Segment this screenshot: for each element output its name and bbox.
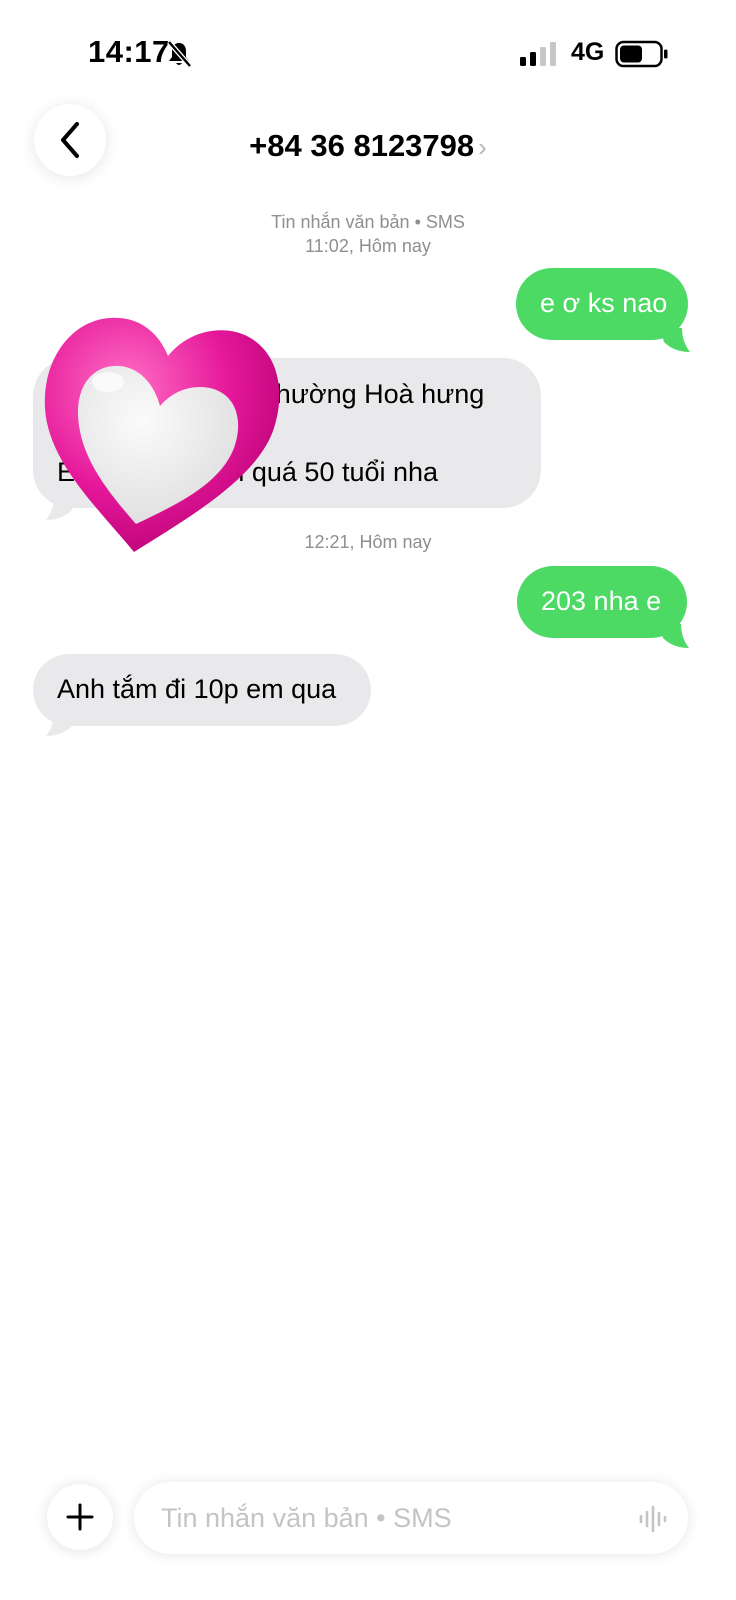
cellular-signal-icon <box>520 42 556 66</box>
contact-header[interactable]: +84 36 8123798 › <box>0 128 736 164</box>
heart-sticker <box>44 317 280 552</box>
add-attachment-button[interactable] <box>47 1484 113 1550</box>
waveform-icon[interactable] <box>638 1503 670 1535</box>
network-type: 4G <box>571 38 605 66</box>
status-time: 14:17 <box>88 34 170 69</box>
message-input[interactable] <box>134 1482 688 1554</box>
message-text: Anh tắm đi 10p em qua <box>57 674 337 704</box>
timestamp: 11:02, Hôm nay <box>305 236 431 256</box>
chevron-right-icon: › <box>478 132 487 162</box>
message-bubble-incoming[interactable]: Anh tắm đi 10p em qua <box>33 654 371 726</box>
status-bar: 14:17 4G <box>0 0 736 100</box>
message-text: 203 nha e <box>541 586 662 616</box>
message-text: e ơ ks nao <box>540 288 668 318</box>
bell-muted-icon <box>167 40 192 68</box>
timestamp: 12:21, Hôm nay <box>304 532 432 552</box>
channel-label: Tin nhắn văn bản • SMS <box>271 212 465 232</box>
bubble-tail <box>659 624 689 648</box>
bubble-tail <box>46 712 76 736</box>
battery-icon <box>615 40 668 68</box>
bubble-tail <box>660 328 690 352</box>
plus-icon <box>66 1503 94 1531</box>
contact-number: +84 36 8123798 <box>249 128 475 163</box>
conversation-meta: 12:21, Hôm nay <box>0 530 736 554</box>
conversation-meta: Tin nhắn văn bản • SMS 11:02, Hôm nay <box>0 210 736 258</box>
